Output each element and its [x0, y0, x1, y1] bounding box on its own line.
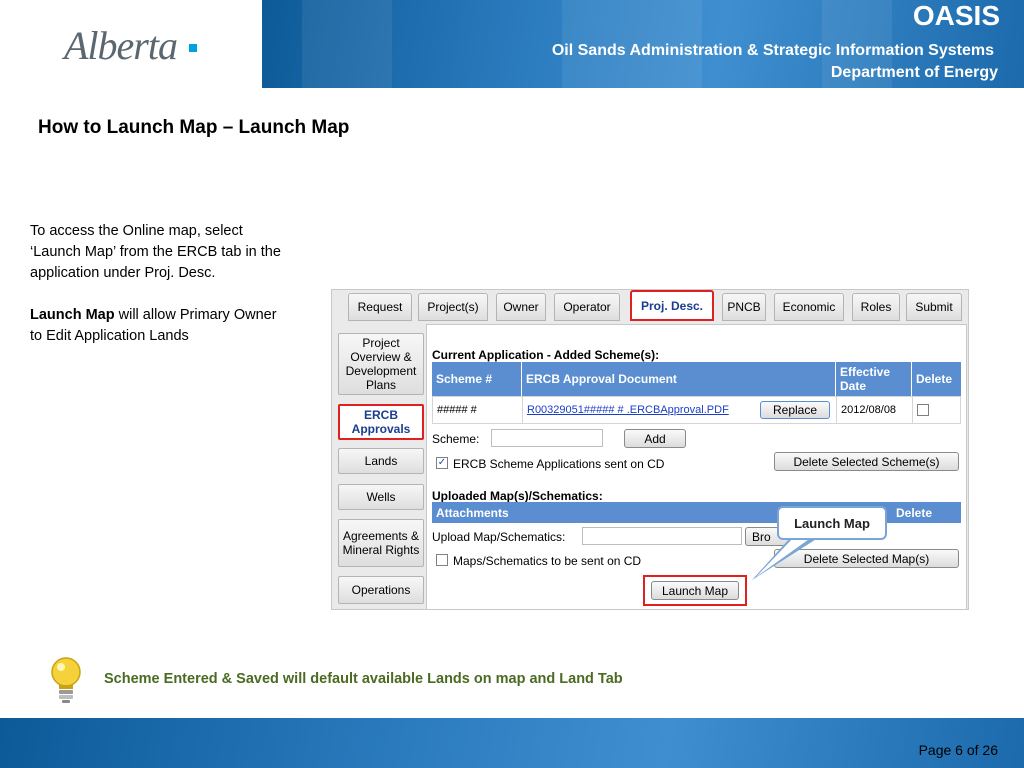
tab-projects[interactable]: Project(s): [418, 293, 488, 321]
tab-owner[interactable]: Owner: [496, 293, 546, 321]
header-banner: OASIS Oil Sands Administration & Strateg…: [262, 0, 1024, 88]
tab-pncb[interactable]: PNCB: [722, 293, 766, 321]
scheme-label: Scheme:: [432, 432, 480, 446]
sidebar-item-lands[interactable]: Lands: [338, 448, 424, 474]
delete-selected-maps-button[interactable]: Delete Selected Map(s): [774, 549, 959, 568]
delete-scheme-checkbox[interactable]: [917, 404, 929, 416]
col-maps-delete: Delete: [896, 505, 933, 520]
sidebar-item-ercb-approvals[interactable]: ERCB Approvals: [338, 404, 424, 440]
header-subtitle: Oil Sands Administration & Strategic Inf…: [551, 42, 994, 59]
launch-map-callout: Launch Map: [777, 506, 887, 540]
content-panel: Current Application - Added Scheme(s): S…: [426, 324, 967, 610]
col-delete: Delete: [916, 372, 953, 386]
footer-banner: Page 6 of 26: [0, 718, 1024, 768]
header-department: Department of Energy: [830, 64, 998, 81]
logo-square-icon: [189, 44, 197, 52]
replace-button[interactable]: Replace: [760, 401, 830, 419]
tab-economic[interactable]: Economic: [774, 293, 844, 321]
scheme-input[interactable]: [491, 429, 603, 447]
tab-request[interactable]: Request: [348, 293, 412, 321]
document-link[interactable]: R00329051##### # .ERCBApproval.PDF: [527, 404, 729, 416]
launch-map-button[interactable]: Launch Map: [651, 581, 739, 600]
lightbulb-icon: [51, 657, 81, 703]
tab-proj-desc[interactable]: Proj. Desc.: [630, 290, 714, 321]
ercb-cd-label: ERCB Scheme Applications sent on CD: [453, 457, 665, 471]
effective-date: 2012/08/08: [837, 397, 913, 423]
ercb-cd-checkbox[interactable]: ✓: [436, 457, 448, 469]
table-row: ##### # R00329051##### # .ERCBApproval.P…: [432, 396, 961, 424]
tab-submit[interactable]: Submit: [906, 293, 962, 321]
slide-title: How to Launch Map – Launch Map: [38, 117, 350, 138]
schemes-heading: Current Application - Added Scheme(s):: [432, 348, 660, 362]
page-number: Page 6 of 26: [918, 742, 998, 758]
schemes-table-header: Scheme # ERCB Approval Document Effectiv…: [432, 362, 961, 396]
col-scheme: Scheme #: [432, 362, 522, 396]
maps-heading: Uploaded Map(s)/Schematics:: [432, 489, 603, 503]
tip-text: Scheme Entered & Saved will default avai…: [104, 671, 623, 687]
sidebar-item-wells[interactable]: Wells: [338, 484, 424, 510]
tab-roles[interactable]: Roles: [852, 293, 900, 321]
app-name: OASIS: [912, 0, 1000, 31]
alberta-logo: Alberta: [64, 23, 178, 68]
sidebar-item-agreements[interactable]: Agreements & Mineral Rights: [338, 519, 424, 567]
add-button[interactable]: Add: [624, 429, 686, 448]
maps-cd-checkbox[interactable]: [436, 554, 448, 566]
description-para2: Launch Map will allow Primary Owner to E…: [30, 305, 290, 347]
description-para1: To access the Online map, select ‘Launch…: [30, 223, 281, 281]
application-form: Request Project(s) Owner Operator Proj. …: [331, 289, 969, 610]
description: To access the Online map, select ‘Launch…: [30, 221, 290, 368]
maps-cd-label: Maps/Schematics to be sent on CD: [453, 554, 642, 568]
col-document: ERCB Approval Document: [522, 362, 836, 396]
scheme-number: ##### #: [433, 397, 523, 423]
sidebar-item-project-overview[interactable]: Project Overview & Development Plans: [338, 333, 424, 395]
tab-operator[interactable]: Operator: [554, 293, 620, 321]
upload-label: Upload Map/Schematics:: [432, 530, 566, 544]
slide: Alberta OASIS Oil Sands Administration &…: [0, 0, 1024, 768]
description-bold: Launch Map: [30, 307, 115, 323]
delete-selected-schemes-button[interactable]: Delete Selected Scheme(s): [774, 452, 959, 471]
header-logo-area: Alberta: [0, 0, 262, 88]
col-effective-date: Effective Date: [836, 362, 912, 396]
sidebar-item-operations[interactable]: Operations: [338, 576, 424, 604]
delete-cell: [913, 397, 962, 423]
upload-input[interactable]: [582, 527, 742, 545]
